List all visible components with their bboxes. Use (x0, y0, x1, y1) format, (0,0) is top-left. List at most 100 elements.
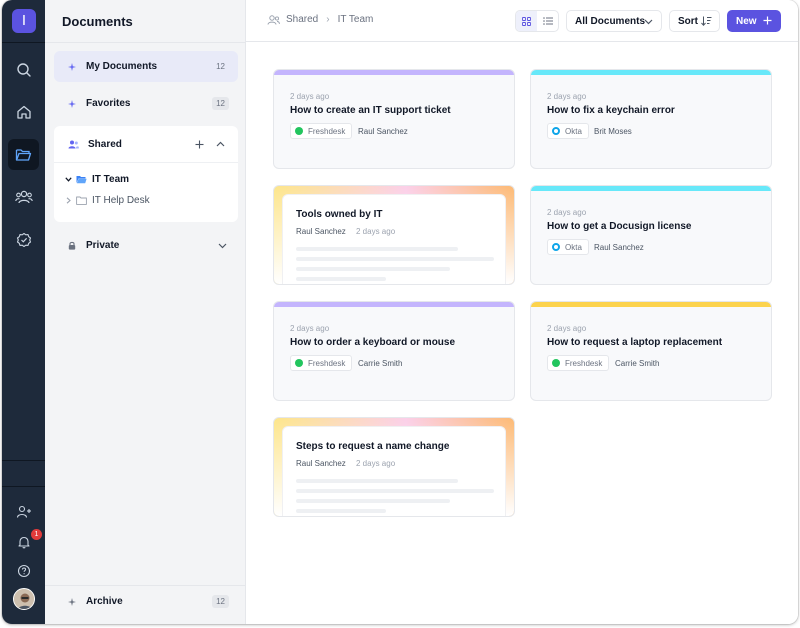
help-button[interactable] (8, 555, 39, 586)
source-chip: Okta (547, 239, 589, 255)
source-label: Freshdesk (308, 126, 346, 136)
card-owner: Brit Moses (594, 127, 632, 136)
sort-label: Sort (678, 15, 698, 27)
plus-icon[interactable] (195, 140, 204, 149)
card-owner: Raul Sanchez (296, 459, 346, 468)
source-label: Okta (565, 126, 582, 136)
source-chip: Freshdesk (290, 355, 353, 371)
folder-open-icon (15, 149, 32, 161)
sidebar-divider (45, 42, 246, 43)
card-date: 2 days ago (356, 459, 396, 468)
home-button[interactable] (8, 96, 39, 127)
plus-icon (763, 16, 772, 25)
help-circle-icon (17, 564, 30, 577)
breadcrumb-separator: › (326, 14, 330, 25)
team-button[interactable] (8, 181, 39, 212)
skeleton-line (296, 247, 458, 251)
card-date: 2 days ago (290, 92, 330, 101)
verified-button[interactable] (8, 224, 39, 255)
icon-rail: I 1 (2, 0, 45, 624)
card-owner: Raul Sanchez (358, 127, 408, 136)
grid-icon (522, 16, 531, 26)
sort-button[interactable]: Sort (669, 10, 720, 32)
folder-label: IT Team (92, 173, 130, 185)
card-owner: Carrie Smith (615, 359, 660, 368)
sidebar-item-label: My Documents (86, 61, 158, 72)
list-icon (542, 17, 553, 25)
badge-check-icon (16, 232, 31, 247)
sidebar-item-my-documents[interactable]: My Documents 12 (54, 51, 238, 82)
app-window: I 1 Documents My Documents 12 Favorites … (2, 0, 798, 624)
skeleton-line (296, 489, 494, 493)
chevron-down-icon (644, 19, 653, 25)
source-chip: Freshdesk (547, 355, 610, 371)
notification-count-badge: 1 (31, 529, 42, 540)
skeleton-line (296, 277, 386, 281)
shared-label: Shared (88, 138, 122, 150)
card-accent-bar (274, 70, 514, 75)
source-chip: Okta (547, 123, 589, 139)
invite-user-button[interactable] (8, 496, 39, 527)
folder-it-team[interactable]: IT Team (65, 170, 129, 188)
chevron-up-icon[interactable] (216, 141, 225, 147)
document-card[interactable]: Steps to request a name change Raul Sanc… (273, 417, 515, 517)
chevron-down-icon (65, 176, 72, 182)
card-owner: Raul Sanchez (296, 227, 346, 236)
sidebar-item-favorites[interactable]: Favorites 12 (54, 88, 238, 119)
card-title: How to get a Docusign license (547, 221, 692, 232)
main-content: Shared › IT Team All Documents Sort New … (246, 0, 798, 624)
card-date: 2 days ago (547, 208, 587, 217)
document-card[interactable]: 2 days ago How to get a Docusign license… (530, 185, 772, 285)
user-avatar[interactable] (13, 588, 35, 610)
card-title: How to order a keyboard or mouse (290, 337, 456, 348)
skeleton-line (296, 479, 458, 483)
bell-icon (17, 536, 30, 548)
document-card[interactable]: 2 days ago How to order a keyboard or mo… (273, 301, 515, 401)
okta-icon (552, 243, 560, 251)
card-owner: Carrie Smith (358, 359, 403, 368)
breadcrumb-shared[interactable]: Shared (286, 14, 318, 25)
view-toggle (515, 10, 559, 32)
users-icon (14, 190, 33, 203)
card-accent-bar (531, 70, 771, 75)
shared-header[interactable]: Shared (54, 129, 238, 159)
sidebar-item-private[interactable]: Private (54, 230, 238, 261)
card-date: 2 days ago (547, 92, 587, 101)
documents-button[interactable] (8, 139, 39, 170)
document-card[interactable]: 2 days ago How to create an IT support t… (273, 69, 515, 169)
sparkle-icon (68, 99, 76, 108)
users-icon (267, 14, 280, 25)
folder-it-help-desk[interactable]: IT Help Desk (65, 191, 150, 209)
sparkle-icon (68, 62, 76, 71)
sidebar-item-archive[interactable]: Archive 12 (54, 586, 238, 617)
search-button[interactable] (8, 54, 39, 85)
list-view-button[interactable] (537, 11, 558, 31)
document-card[interactable]: 2 days ago How to fix a keychain error O… (530, 69, 772, 169)
card-preview: Steps to request a name change Raul Sanc… (282, 426, 506, 516)
chevron-right-icon (66, 196, 71, 204)
card-title: Steps to request a name change (296, 441, 450, 452)
sidebar-item-count: 12 (212, 97, 229, 110)
search-icon (16, 62, 31, 77)
source-label: Freshdesk (565, 358, 603, 368)
sidebar-title: Documents (62, 14, 133, 29)
sidebar-item-label: Private (86, 240, 120, 251)
breadcrumb-it-team[interactable]: IT Team (338, 14, 374, 25)
freshdesk-icon (295, 359, 303, 367)
app-logo[interactable]: I (12, 9, 36, 33)
document-card[interactable]: Tools owned by IT Raul Sanchez 2 days ag… (273, 185, 515, 285)
user-plus-icon (16, 505, 31, 518)
chevron-down-icon[interactable] (218, 243, 227, 249)
card-date: 2 days ago (290, 324, 330, 333)
home-icon (16, 105, 31, 119)
document-card[interactable]: 2 days ago How to request a laptop repla… (530, 301, 772, 401)
skeleton-line (296, 499, 450, 503)
folder-icon (76, 196, 87, 205)
document-filter-select[interactable]: All Documents (566, 10, 662, 32)
source-chip: Freshdesk (290, 123, 353, 139)
grid-view-button[interactable] (516, 11, 537, 31)
new-document-button[interactable]: New (727, 10, 781, 32)
folder-label: IT Help Desk (92, 194, 150, 206)
breadcrumb: Shared › IT Team (267, 14, 373, 25)
freshdesk-icon (295, 127, 303, 135)
